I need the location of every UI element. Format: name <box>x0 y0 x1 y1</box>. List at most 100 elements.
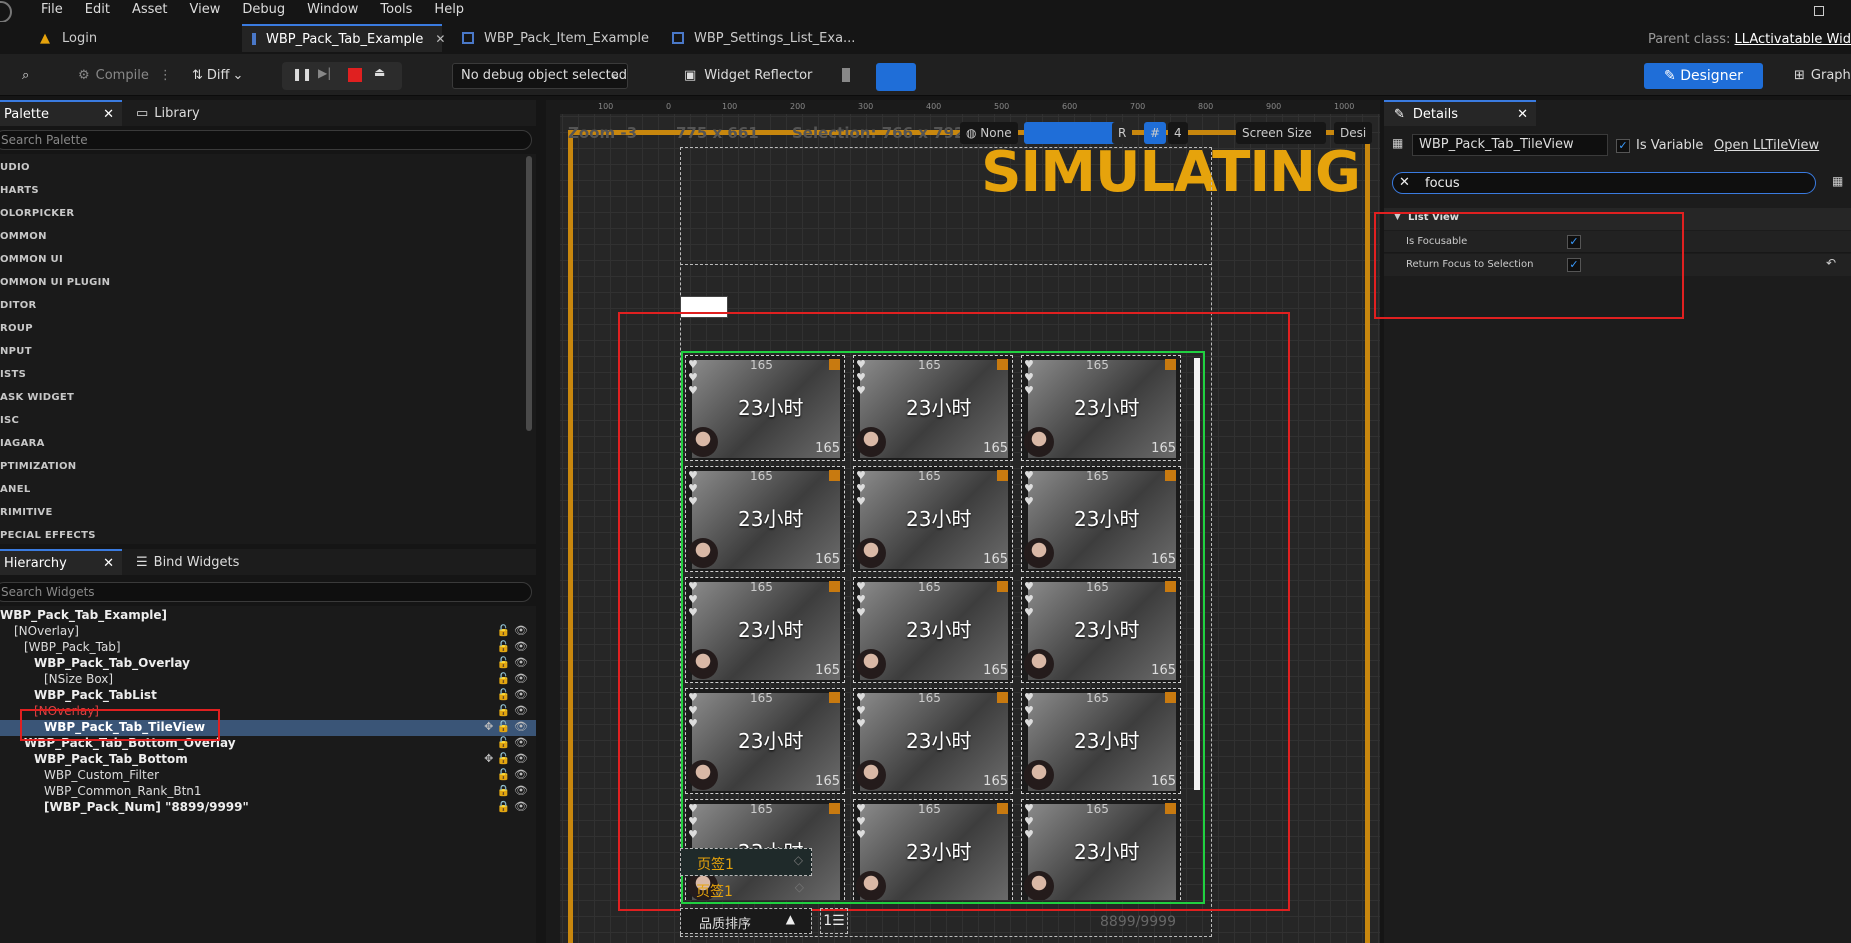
tab-library[interactable]: Library <box>154 106 199 121</box>
eject-icon[interactable]: ⏏ <box>374 65 385 79</box>
tab-button[interactable]: 页签1 ◇ <box>680 848 812 876</box>
category-item[interactable]: PECIAL EFFECTS <box>0 530 96 541</box>
tab-wbp-settings-list[interactable]: WBP_Settings_List_Exa... <box>662 24 862 52</box>
menu-view[interactable]: View <box>179 2 232 17</box>
category-item[interactable]: OMMON UI <box>0 254 63 265</box>
menu-help[interactable]: Help <box>423 2 475 17</box>
designer-viewport[interactable]: Zoom -3 775 x 661 Selection: 766 x 792 ◍… <box>546 100 1380 943</box>
open-tileview-link[interactable]: Open LLTileView <box>1714 138 1819 153</box>
compile-options-icon[interactable]: ⋮ <box>159 68 172 83</box>
tile-item[interactable]: ♥ ♥ ♥ 165 23小时 165 <box>1021 577 1181 683</box>
tile-item[interactable]: ♥ ♥ ♥ 165 23小时 165 <box>1021 688 1181 794</box>
table-view-icon[interactable]: ▦ <box>1832 174 1843 188</box>
tile-item[interactable]: ♥♥♥ 165 23小时 <box>853 799 1013 900</box>
lock-eye-icon[interactable]: 🔒 👁 <box>497 784 528 797</box>
tile-item[interactable]: ♥♥♥ 165 23小时 <box>1021 799 1181 900</box>
rank-button[interactable]: 1☰ <box>820 908 848 934</box>
category-item[interactable]: ANEL <box>0 484 31 495</box>
close-tab-icon[interactable]: ✕ <box>1517 107 1528 122</box>
parent-class-link[interactable]: LLActivatable Wid <box>1735 32 1851 47</box>
menu-edit[interactable]: Edit <box>74 2 121 17</box>
tile-item[interactable]: ♥ ♥ ♥ 165 23小时 165 <box>1021 355 1181 461</box>
category-item[interactable]: HARTS <box>0 185 39 196</box>
widget-reflector-button[interactable]: ▣ Widget Reflector <box>684 61 812 89</box>
tile-item[interactable]: ♥ ♥ ♥ 165 23小时 165 <box>1021 466 1181 572</box>
move-lock-eye-icon[interactable]: ✥ 🔓 👁 <box>484 752 528 765</box>
category-item[interactable]: RIMITIVE <box>0 507 53 518</box>
tile-item[interactable]: ♥ ♥ ♥ 165 23小时 165 <box>685 355 845 461</box>
category-item[interactable]: OMMON UI PLUGIN <box>0 277 110 288</box>
menu-file[interactable]: File <box>30 2 74 17</box>
browse-icon[interactable]: ⌕ <box>22 61 29 89</box>
menu-tools[interactable]: Tools <box>369 2 423 17</box>
designer-button[interactable]: ✎ Designer <box>1644 63 1763 89</box>
tree-item[interactable]: WBP_Pack_TabList <box>34 688 157 702</box>
stop-icon[interactable] <box>348 68 362 82</box>
tree-item[interactable]: WBP_Common_Rank_Btn1 <box>44 784 202 798</box>
tree-item[interactable]: [WBP_Pack_Tab] <box>24 640 121 654</box>
category-item[interactable]: OMMON <box>0 231 47 242</box>
move-lock-eye-icon[interactable]: ✥ 🔓 👁 <box>484 720 528 733</box>
lock-eye-icon[interactable]: 🔓 👁 <box>497 640 528 653</box>
tile-item[interactable]: ♥ ♥ ♥ 165 23小时 165 <box>685 688 845 794</box>
tab-wbp-pack-tab-example[interactable]: WBP_Pack_Tab_Example ✕ <box>242 24 445 52</box>
pause-icon[interactable]: ❚❚ <box>292 67 312 81</box>
mobile-preview-toggle[interactable] <box>842 68 850 82</box>
tile-item[interactable]: ♥ ♥ ♥ 165 23小时 165 <box>853 466 1013 572</box>
tab-button[interactable]: 页签1 ◇ <box>680 877 812 903</box>
tree-item[interactable]: WBP_Pack_Tab_Overlay <box>34 656 190 670</box>
tab-details[interactable]: ✎ Details ✕ <box>1384 100 1536 126</box>
search-palette-input[interactable]: Search Palette <box>0 130 532 150</box>
close-tab-icon[interactable]: ✕ <box>103 107 114 122</box>
clear-search-icon[interactable]: ✕ <box>1399 175 1410 190</box>
step-icon[interactable]: ▶| <box>318 66 331 80</box>
reset-to-default-icon[interactable]: ↶ <box>1826 256 1836 270</box>
tree-item[interactable]: WBP_Custom_Filter <box>44 768 159 782</box>
category-item[interactable]: ISC <box>0 415 19 426</box>
tab-login[interactable]: ▲ Login <box>30 24 240 52</box>
tree-item[interactable]: WBP_Pack_Tab_Bottom <box>34 752 188 766</box>
tile-item[interactable]: ♥ ♥ ♥ 165 23小时 165 <box>685 577 845 683</box>
tree-item[interactable]: WBP_Pack_Tab_Example] <box>0 608 167 622</box>
category-item[interactable]: UDIO <box>0 162 30 173</box>
category-item[interactable]: ROUP <box>0 323 33 334</box>
lock-eye-icon[interactable]: 🔓 👁 <box>497 736 528 749</box>
desktop-preview-toggle[interactable] <box>876 63 916 91</box>
tileview-scrollbar[interactable] <box>1194 358 1200 790</box>
menu-asset[interactable]: Asset <box>121 2 179 17</box>
category-item[interactable]: NPUT <box>0 346 32 357</box>
lock-eye-icon[interactable]: 🔒 👁 <box>497 800 528 813</box>
lock-eye-icon[interactable]: 🔓 👁 <box>497 704 528 717</box>
tab-palette[interactable]: Palette ✕ <box>0 100 122 126</box>
widget-name-field[interactable]: WBP_Pack_Tab_TileView <box>1412 134 1608 156</box>
lock-eye-icon[interactable]: 🔓 👁 <box>497 768 528 781</box>
search-widgets-input[interactable]: Search Widgets <box>0 582 532 602</box>
category-item[interactable]: PTIMIZATION <box>0 461 76 472</box>
category-item[interactable]: OLORPICKER <box>0 208 74 219</box>
tile-item[interactable]: ♥ ♥ ♥ 165 23小时 165 <box>853 577 1013 683</box>
category-item[interactable]: DITOR <box>0 300 37 311</box>
graph-button[interactable]: ⊞ Graph <box>1794 61 1851 89</box>
lock-eye-icon[interactable]: 🔓 👁 <box>497 688 528 701</box>
diff-button[interactable]: ⇅ Diff ⌄ <box>192 61 243 89</box>
is-variable-checkbox[interactable]: ✓ <box>1616 138 1630 153</box>
debug-object-select[interactable]: No debug object selected ⌄ <box>452 63 628 89</box>
category-item[interactable]: ISTS <box>0 369 26 380</box>
close-tab-icon[interactable]: ✕ <box>103 556 114 571</box>
tile-item[interactable]: ♥ ♥ ♥ 165 23小时 165 <box>853 355 1013 461</box>
category-item[interactable]: ASK WIDGET <box>0 392 74 403</box>
sort-filter-button[interactable]: 品质排序 ▲ <box>680 908 812 934</box>
tab-bind-widgets[interactable]: Bind Widgets <box>154 555 240 570</box>
palette-scrollbar[interactable] <box>526 156 532 431</box>
tab-wbp-pack-item-example[interactable]: WBP_Pack_Item_Example <box>452 24 652 52</box>
tree-item[interactable]: [NOverlay] <box>14 624 79 638</box>
menu-debug[interactable]: Debug <box>231 2 296 17</box>
lock-eye-icon[interactable]: 🔓 👁 <box>497 672 528 685</box>
restore-window-icon[interactable] <box>1814 6 1824 16</box>
lock-eye-icon[interactable]: 🔓 👁 <box>497 656 528 669</box>
menu-window[interactable]: Window <box>296 2 369 17</box>
lock-eye-icon[interactable]: 🔓 👁 <box>497 624 528 637</box>
tab-hierarchy[interactable]: Hierarchy ✕ <box>0 549 122 575</box>
tree-item[interactable]: [NSize Box] <box>44 672 113 686</box>
tile-item[interactable]: ♥ ♥ ♥ 165 23小时 165 <box>685 466 845 572</box>
